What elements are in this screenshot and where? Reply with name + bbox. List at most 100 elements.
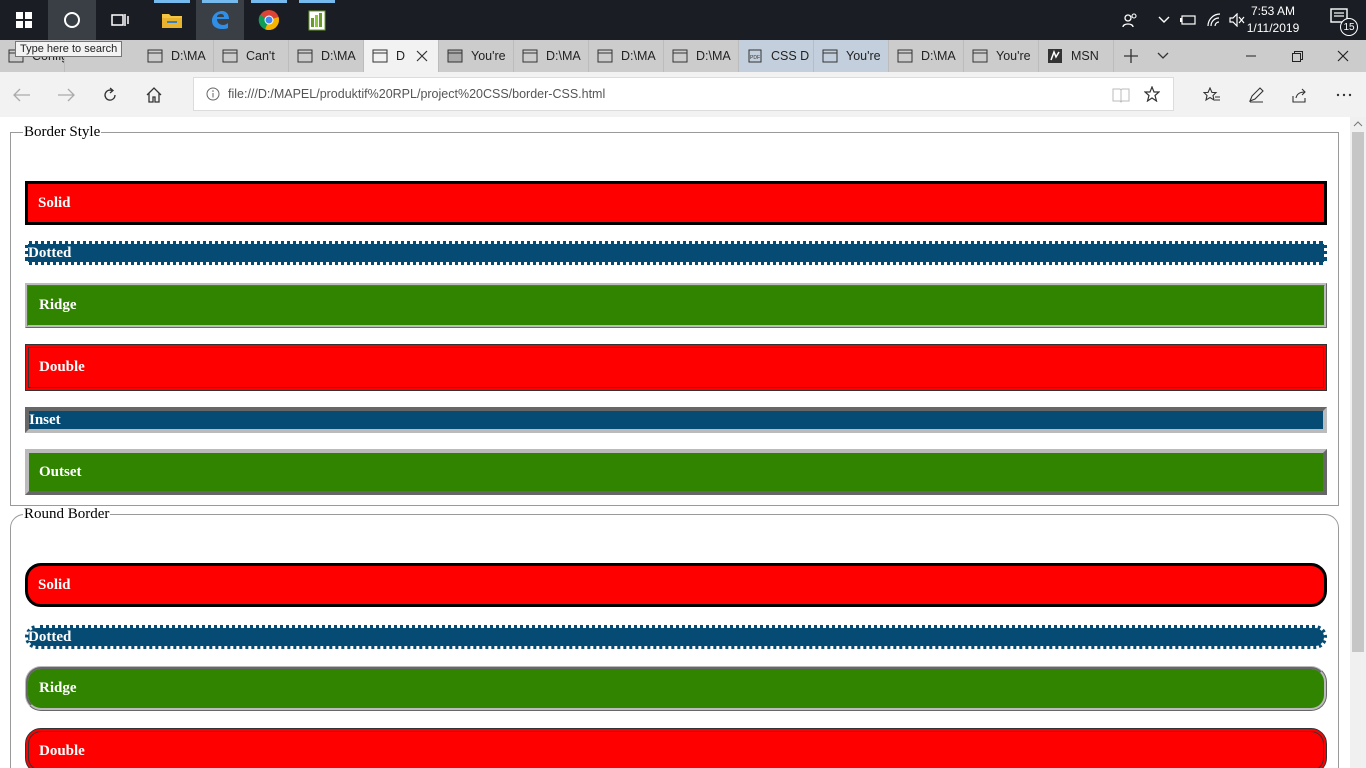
page-icon <box>447 49 463 63</box>
dotted-border-box: Dotted <box>25 241 1327 265</box>
close-window-button[interactable] <box>1320 40 1366 72</box>
cortana-icon <box>64 12 80 28</box>
clock-date: 1/11/2019 <box>1246 21 1300 35</box>
tab-12[interactable]: D:\MA <box>889 40 964 72</box>
ridge-border-box: Ridge <box>25 283 1327 328</box>
people-button[interactable] <box>1118 0 1142 40</box>
tab-14[interactable]: MSN <box>1039 40 1114 72</box>
restore-icon <box>1291 50 1303 62</box>
file-explorer-button[interactable] <box>148 0 196 40</box>
page-icon <box>672 49 688 63</box>
double-border-box: Double <box>25 344 1327 391</box>
star-icon[interactable] <box>1144 86 1160 102</box>
url-text: file:///D:/MAPEL/produktif%20RPL/project… <box>228 87 606 101</box>
edge-icon <box>212 11 229 29</box>
tab-5-active[interactable]: D <box>364 40 439 72</box>
refresh-icon <box>104 87 116 101</box>
tab-4[interactable]: D:\MA <box>289 40 364 72</box>
scroll-up-icon[interactable] <box>1353 121 1363 127</box>
reading-view-icon[interactable] <box>1112 87 1130 103</box>
notepad-button[interactable] <box>293 0 341 40</box>
page-icon <box>972 49 988 63</box>
restore-button[interactable] <box>1274 40 1320 72</box>
outset-border-box: Outset <box>25 449 1327 495</box>
task-view-icon <box>111 14 129 26</box>
tab-8[interactable]: D:\MA <box>589 40 664 72</box>
wifi-button[interactable] <box>1204 0 1224 40</box>
file-explorer-icon <box>162 14 182 28</box>
info-icon[interactable] <box>206 87 220 101</box>
page-icon <box>597 49 613 63</box>
minimize-icon <box>1246 55 1256 57</box>
tab-6[interactable]: You're <box>439 40 514 72</box>
browser-toolbar: file:///D:/MAPEL/produktif%20RPL/project… <box>0 72 1366 117</box>
task-view-button[interactable] <box>96 0 144 40</box>
chrome-button[interactable] <box>245 0 293 40</box>
tab-10[interactable]: PDF CSS D <box>739 40 814 72</box>
notification-count-badge: 15 <box>1340 18 1358 36</box>
tab-label: D:\MA <box>621 49 656 63</box>
action-center-button[interactable]: 15 <box>1330 8 1358 36</box>
round-border-legend: Round Border <box>24 506 110 522</box>
arrow-left-icon <box>13 88 30 101</box>
tab-13[interactable]: You're <box>964 40 1039 72</box>
notepad-plus-plus-icon <box>308 10 326 31</box>
start-button[interactable] <box>0 0 48 40</box>
forward-button[interactable] <box>44 72 88 117</box>
tab-label: CSS D <box>771 49 810 63</box>
battery-button[interactable] <box>1178 0 1198 40</box>
tab-label: You're <box>996 49 1031 63</box>
tab-2[interactable]: D:\MA <box>139 40 214 72</box>
round-border-fieldset: Round Border Solid Dotted Ridge Double <box>10 506 1339 768</box>
page-icon <box>522 49 538 63</box>
scrollbar-thumb[interactable] <box>1352 132 1364 652</box>
favorites-hub-button[interactable] <box>1190 72 1234 117</box>
search-tooltip: Type here to search <box>15 41 123 57</box>
ellipsis-icon <box>1336 93 1352 96</box>
solid-border-box: Solid <box>25 181 1327 225</box>
tab-9[interactable]: D:\MA <box>664 40 739 72</box>
back-button[interactable] <box>0 72 44 117</box>
tab-label: D:\MA <box>546 49 581 63</box>
vertical-scrollbar[interactable] <box>1350 117 1366 768</box>
round-solid-border-box: Solid <box>25 563 1327 607</box>
taskbar-clock[interactable]: 7:53 AM 1/11/2019 <box>1238 3 1308 37</box>
web-note-button[interactable] <box>1234 72 1278 117</box>
tab-label: D <box>396 49 406 63</box>
plus-icon <box>1124 49 1138 63</box>
page-icon <box>297 49 313 63</box>
taskbar: 7:53 AM 1/11/2019 15 <box>0 0 1366 40</box>
share-button[interactable] <box>1278 72 1322 117</box>
page-icon <box>897 49 913 63</box>
arrow-right-icon <box>58 88 75 101</box>
browser-tab-bar: Config D:\MA Can't D:\MA D You're D:\MA … <box>0 40 1366 72</box>
tab-7[interactable]: D:\MA <box>514 40 589 72</box>
border-style-legend: Border Style <box>24 124 101 140</box>
address-bar[interactable]: file:///D:/MAPEL/produktif%20RPL/project… <box>193 77 1174 111</box>
share-icon <box>1292 88 1306 103</box>
more-button[interactable] <box>1322 72 1366 117</box>
wifi-icon <box>1207 13 1221 27</box>
tab-label: You're <box>471 49 506 63</box>
tray-chevron-button[interactable] <box>1155 0 1173 40</box>
tab-label: Can't <box>246 49 275 63</box>
tab-label: MSN <box>1071 49 1099 63</box>
msn-icon <box>1048 49 1062 63</box>
page-icon <box>147 49 163 63</box>
tab-list-button[interactable] <box>1148 40 1178 72</box>
refresh-button[interactable] <box>88 72 132 117</box>
tab-label: D:\MA <box>696 49 731 63</box>
minimize-button[interactable] <box>1228 40 1274 72</box>
round-dotted-border-box: Dotted <box>25 625 1327 649</box>
page-icon <box>222 49 238 63</box>
cortana-button[interactable] <box>48 0 96 40</box>
tab-3[interactable]: Can't <box>214 40 289 72</box>
new-tab-button[interactable] <box>1114 40 1148 72</box>
close-tab-icon[interactable] <box>416 50 428 62</box>
edge-button[interactable] <box>196 0 244 40</box>
tab-11[interactable]: You're <box>814 40 889 72</box>
tab-label: You're <box>846 49 881 63</box>
svg-text:PDF: PDF <box>750 55 760 61</box>
home-icon <box>146 86 162 103</box>
home-button[interactable] <box>132 72 176 117</box>
